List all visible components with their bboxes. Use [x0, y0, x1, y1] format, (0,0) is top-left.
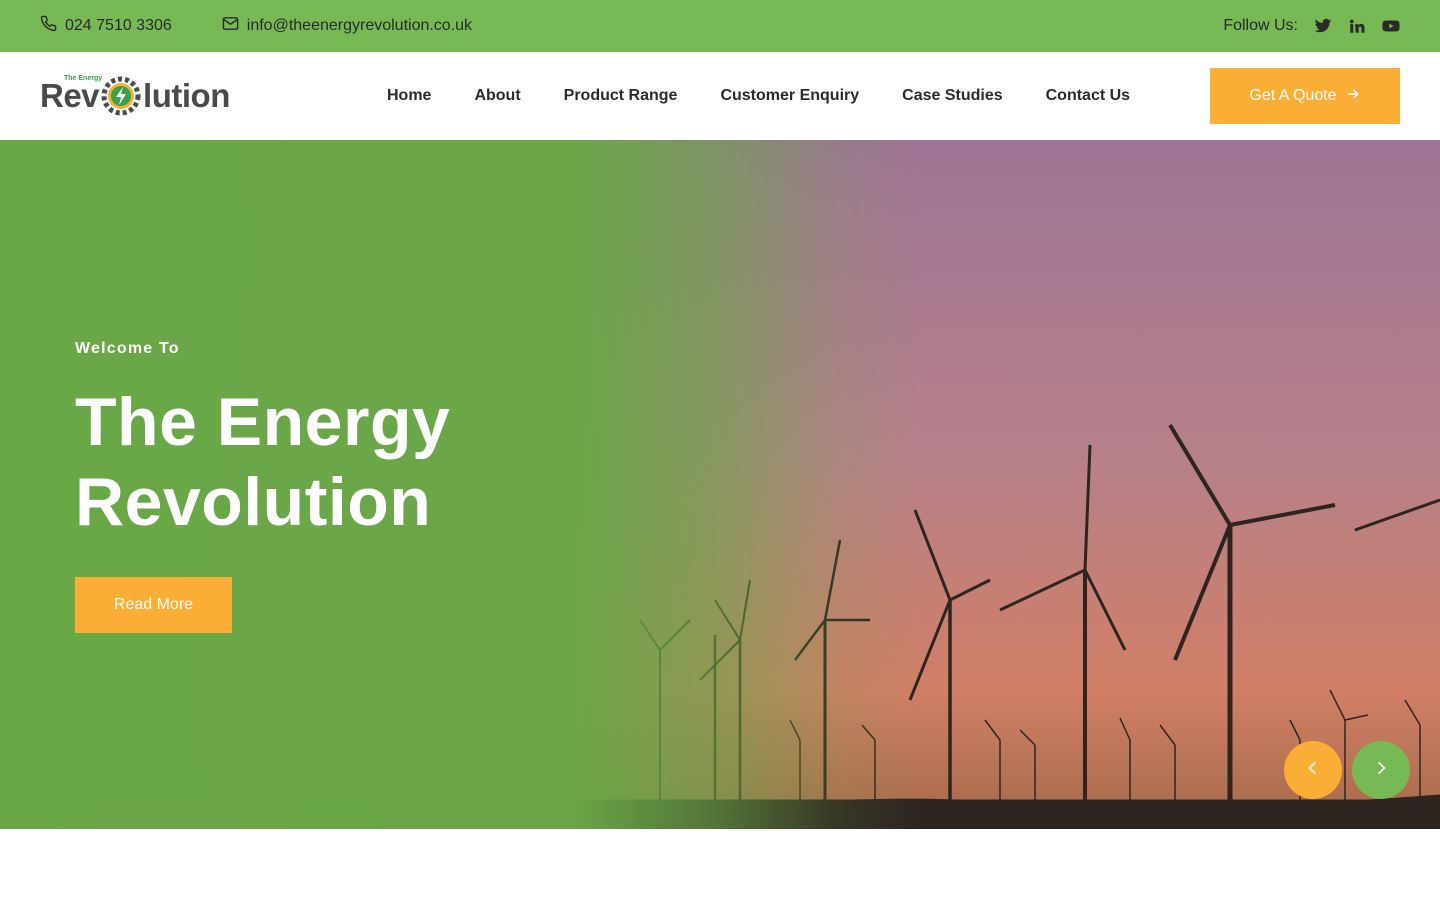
chevron-right-icon [1371, 758, 1391, 783]
email-contact[interactable]: info@theenergyrevolution.co.uk [222, 15, 472, 37]
nav-customer-enquiry[interactable]: Customer Enquiry [720, 87, 859, 105]
social-follow: Follow Us: [1223, 17, 1400, 35]
arrow-right-icon [1345, 86, 1361, 107]
phone-contact[interactable]: 024 7510 3306 [40, 15, 172, 37]
nav-case-studies[interactable]: Case Studies [902, 87, 1002, 105]
gear-bolt-icon [100, 75, 142, 117]
slider-prev-button[interactable] [1284, 741, 1342, 799]
hero-title-line-2: Revolution [75, 464, 432, 540]
slider-next-button[interactable] [1352, 741, 1410, 799]
logo-text-lution: lution [143, 77, 230, 114]
follow-label: Follow Us: [1223, 17, 1298, 34]
email-address: info@theenergyrevolution.co.uk [246, 17, 473, 34]
hero-title-line-1: The Energy [75, 384, 451, 460]
read-more-button[interactable]: Read More [75, 577, 232, 633]
get-a-quote-button[interactable]: Get A Quote [1210, 68, 1400, 124]
twitter-icon[interactable] [1314, 17, 1332, 35]
youtube-icon[interactable] [1382, 17, 1400, 35]
nav-about[interactable]: About [474, 87, 520, 105]
nav-product-range[interactable]: Product Range [564, 87, 678, 105]
logo-text-rev: Rev [40, 77, 100, 114]
linkedin-icon[interactable] [1348, 17, 1366, 35]
hero-title: The Energy Revolution [75, 382, 635, 542]
mail-icon [222, 15, 239, 37]
nav-home[interactable]: Home [387, 87, 431, 105]
hero-welcome-text: Welcome To [75, 340, 180, 357]
phone-number: 024 7510 3306 [65, 17, 172, 34]
logo-small-text: The Energy [64, 75, 103, 82]
hero-content: Welcome To The Energy Revolution Read Mo… [75, 340, 635, 633]
contact-info: 024 7510 3306 info@theenergyrevolution.c… [40, 15, 472, 37]
quote-button-label: Get A Quote [1249, 87, 1337, 104]
main-navbar: The Energy Rev lution Home About Product… [0, 52, 1440, 140]
top-bar: 024 7510 3306 info@theenergyrevolution.c… [0, 0, 1440, 52]
chevron-left-icon [1303, 758, 1323, 783]
hero-slider: Welcome To The Energy Revolution Read Mo… [0, 140, 1440, 829]
main-nav: Home About Product Range Customer Enquir… [387, 87, 1130, 105]
site-logo[interactable]: The Energy Rev lution [40, 71, 240, 121]
nav-contact-us[interactable]: Contact Us [1046, 87, 1130, 105]
phone-icon [40, 15, 57, 37]
